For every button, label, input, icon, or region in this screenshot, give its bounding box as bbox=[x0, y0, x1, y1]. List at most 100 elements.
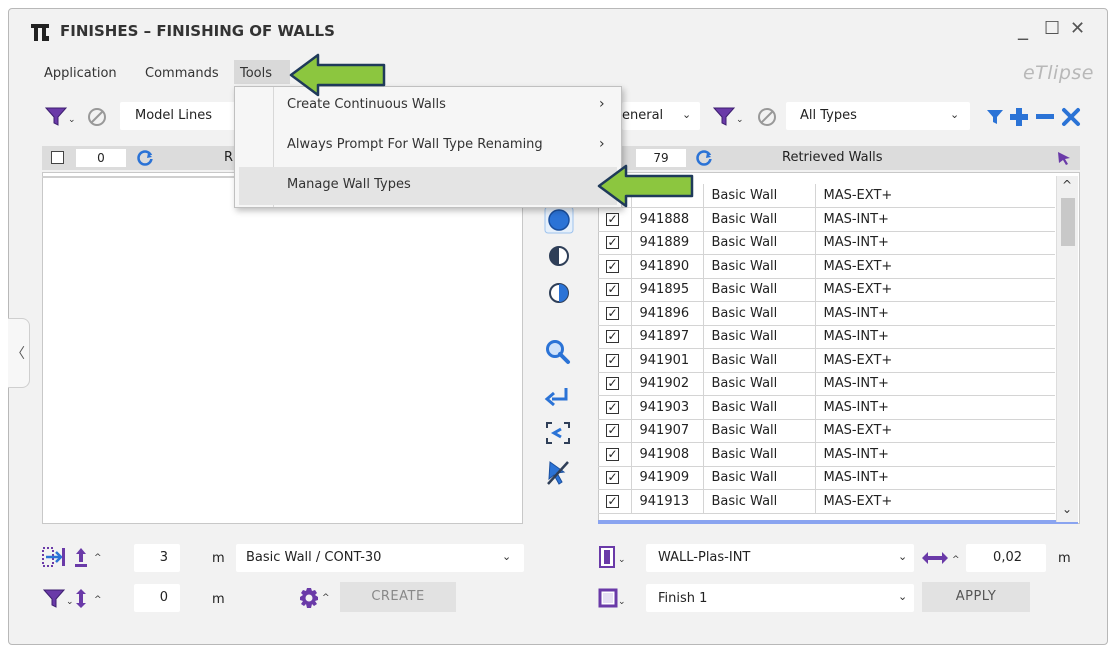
table-row[interactable]: ✓ 941909 Basic Wall MAS-INT+ bbox=[598, 466, 1055, 490]
cursor-deselect-icon[interactable] bbox=[544, 458, 572, 488]
scrollbar-thumb[interactable] bbox=[1061, 198, 1075, 246]
filter-small-icon[interactable] bbox=[986, 108, 1004, 126]
row-type: MAS-INT+ bbox=[815, 372, 1055, 396]
gear-icon[interactable]: ^ bbox=[298, 586, 332, 610]
table-row[interactable]: ✓ 941901 Basic Wall MAS-EXT+ bbox=[598, 348, 1055, 373]
refresh-icon[interactable] bbox=[137, 150, 153, 166]
row-checkbox[interactable]: ✓ bbox=[606, 447, 619, 461]
row-checkbox[interactable]: ✓ bbox=[606, 400, 619, 414]
row-checkbox[interactable]: ✓ bbox=[606, 306, 619, 320]
row-type: MAS-EXT+ bbox=[815, 184, 1055, 208]
wall-join-icon[interactable] bbox=[42, 546, 68, 568]
row-checkbox[interactable]: ✓ bbox=[606, 353, 619, 367]
table-row[interactable]: ✓ 941896 Basic Wall MAS-INT+ bbox=[598, 301, 1055, 326]
row-type: MAS-EXT+ bbox=[815, 348, 1055, 373]
thickness-input-value: 0,02 bbox=[993, 550, 1022, 565]
row-checkbox[interactable]: ✓ bbox=[606, 424, 619, 438]
table-row[interactable]: ✓ 941888 Basic Wall MAS-INT+ bbox=[598, 207, 1055, 232]
row-checkbox-cell: ✓ bbox=[598, 442, 632, 467]
table-row[interactable]: ✓ 941913 Basic Wall MAS-EXT+ bbox=[598, 489, 1055, 514]
wall-type-value: Basic Wall / CONT-30 bbox=[246, 550, 382, 565]
finish-name-select[interactable]: Finish 1 ⌄ bbox=[646, 584, 914, 612]
row-checkbox[interactable]: ✓ bbox=[606, 259, 619, 273]
table-row[interactable]: ✓ 941902 Basic Wall MAS-INT+ bbox=[598, 372, 1055, 396]
filter-select[interactable]: Model Lines bbox=[120, 102, 240, 130]
finish-color-icon[interactable]: ⌄ bbox=[598, 588, 628, 610]
table-row[interactable]: ✓ 941897 Basic Wall MAS-INT+ bbox=[598, 325, 1055, 349]
add-icon[interactable] bbox=[1008, 106, 1030, 128]
search-icon[interactable] bbox=[544, 338, 572, 366]
remove-icon[interactable] bbox=[1034, 106, 1056, 128]
height-input-value: 3 bbox=[159, 550, 168, 565]
vertical-scrollbar[interactable]: ^ ⌄ bbox=[1056, 176, 1078, 522]
close-button[interactable]: ✕ bbox=[1070, 18, 1085, 39]
row-element-id: 941909 bbox=[631, 466, 704, 490]
refresh-icon[interactable] bbox=[696, 150, 712, 166]
row-type: MAS-INT+ bbox=[815, 466, 1055, 490]
walls-table-viewport: ✓Basic WallMAS-EXT+✓941888Basic WallMAS-… bbox=[598, 184, 1056, 520]
row-element-id: 941913 bbox=[631, 489, 704, 514]
half-left-circle-icon[interactable] bbox=[547, 244, 571, 268]
select-all-circle-icon[interactable] bbox=[544, 206, 574, 234]
scroll-up-icon[interactable]: ^ bbox=[1062, 178, 1072, 192]
row-element-id: 941902 bbox=[631, 372, 704, 396]
thickness-input[interactable]: 0,02 bbox=[966, 544, 1046, 572]
minimize-button[interactable]: _ bbox=[1018, 16, 1028, 40]
wall-type-select[interactable]: Basic Wall / CONT-30 ⌄ bbox=[236, 544, 524, 572]
maximize-button[interactable]: ☐ bbox=[1044, 18, 1060, 39]
submenu-arrow-icon: › bbox=[599, 136, 605, 152]
thickness-icon[interactable]: ^ bbox=[920, 548, 962, 568]
menu-application[interactable]: Application bbox=[44, 66, 117, 81]
row-checkbox[interactable]: ✓ bbox=[606, 212, 619, 226]
row-family: Basic Wall bbox=[703, 254, 816, 279]
row-checkbox-cell: ✓ bbox=[598, 325, 632, 349]
filter-icon[interactable]: ⌄ bbox=[42, 588, 72, 610]
left-grid-header-label: R bbox=[224, 150, 234, 165]
row-checkbox[interactable]: ✓ bbox=[606, 471, 619, 485]
finish-wall-type-select[interactable]: WALL-Plas-INT ⌄ bbox=[646, 544, 914, 572]
row-checkbox[interactable]: ✓ bbox=[606, 377, 619, 391]
row-checkbox[interactable]: ✓ bbox=[606, 283, 619, 297]
half-right-circle-icon[interactable] bbox=[547, 281, 571, 305]
cursor-icon[interactable] bbox=[1056, 150, 1072, 166]
table-row[interactable]: ✓ 941907 Basic Wall MAS-EXT+ bbox=[598, 419, 1055, 443]
height-icon[interactable]: ^ bbox=[72, 546, 108, 568]
chevron-down-icon: ⌄ bbox=[502, 550, 512, 563]
row-checkbox[interactable]: ✓ bbox=[606, 330, 619, 344]
table-row[interactable]: ✓ 941889 Basic Wall MAS-INT+ bbox=[598, 231, 1055, 255]
height-input[interactable]: 3 bbox=[134, 544, 180, 572]
row-checkbox[interactable]: ✓ bbox=[606, 236, 619, 250]
offset-icon[interactable]: ^ bbox=[72, 588, 108, 610]
zoom-to-selection-icon[interactable] bbox=[544, 420, 572, 446]
type-filter-icon[interactable]: ⌄ bbox=[712, 106, 742, 128]
return-arrow-icon[interactable] bbox=[544, 385, 572, 411]
menu-item-always-prompt-renaming[interactable]: Always Prompt For Wall Type Renaming › bbox=[235, 127, 621, 165]
wall-layer-icon[interactable]: ⌄ bbox=[598, 546, 628, 568]
menu-commands[interactable]: Commands bbox=[145, 66, 219, 81]
menu-tools[interactable]: Tools bbox=[234, 60, 290, 84]
table-row[interactable]: ✓ 941908 Basic Wall MAS-INT+ bbox=[598, 442, 1055, 467]
left-grid-body[interactable] bbox=[42, 172, 523, 524]
clear-type-filter-icon[interactable] bbox=[756, 106, 778, 128]
menu-item-label: Always Prompt For Wall Type Renaming bbox=[287, 137, 543, 152]
collapse-handle[interactable]: 〈 bbox=[8, 318, 30, 388]
offset-input[interactable]: 0 bbox=[134, 584, 180, 612]
apply-button[interactable]: APPLY bbox=[922, 582, 1030, 612]
svg-text:⌄: ⌄ bbox=[736, 115, 742, 125]
table-row[interactable]: ✓ 941890 Basic Wall MAS-EXT+ bbox=[598, 254, 1055, 279]
table-row[interactable]: ✓ 941903 Basic Wall MAS-INT+ bbox=[598, 395, 1055, 420]
menu-item-manage-wall-types[interactable]: Manage Wall Types bbox=[239, 167, 617, 205]
filter-icon[interactable]: ⌄ bbox=[44, 106, 74, 128]
type-filter-select[interactable]: All Types ⌄ bbox=[786, 102, 970, 130]
left-count: 0 bbox=[76, 149, 126, 167]
create-button[interactable]: CREATE bbox=[340, 582, 456, 612]
row-checkbox[interactable]: ✓ bbox=[606, 494, 619, 508]
table-row[interactable]: ✓ 941895 Basic Wall MAS-EXT+ bbox=[598, 278, 1055, 302]
scroll-down-icon[interactable]: ⌄ bbox=[1062, 502, 1072, 516]
clear-all-icon[interactable] bbox=[1060, 106, 1082, 128]
row-type: MAS-EXT+ bbox=[815, 254, 1055, 279]
clear-filter-icon[interactable] bbox=[86, 106, 108, 128]
row-family: Basic Wall bbox=[703, 372, 816, 396]
category-select[interactable]: eneral ⌄ bbox=[622, 102, 700, 130]
select-all-checkbox[interactable] bbox=[51, 151, 64, 164]
